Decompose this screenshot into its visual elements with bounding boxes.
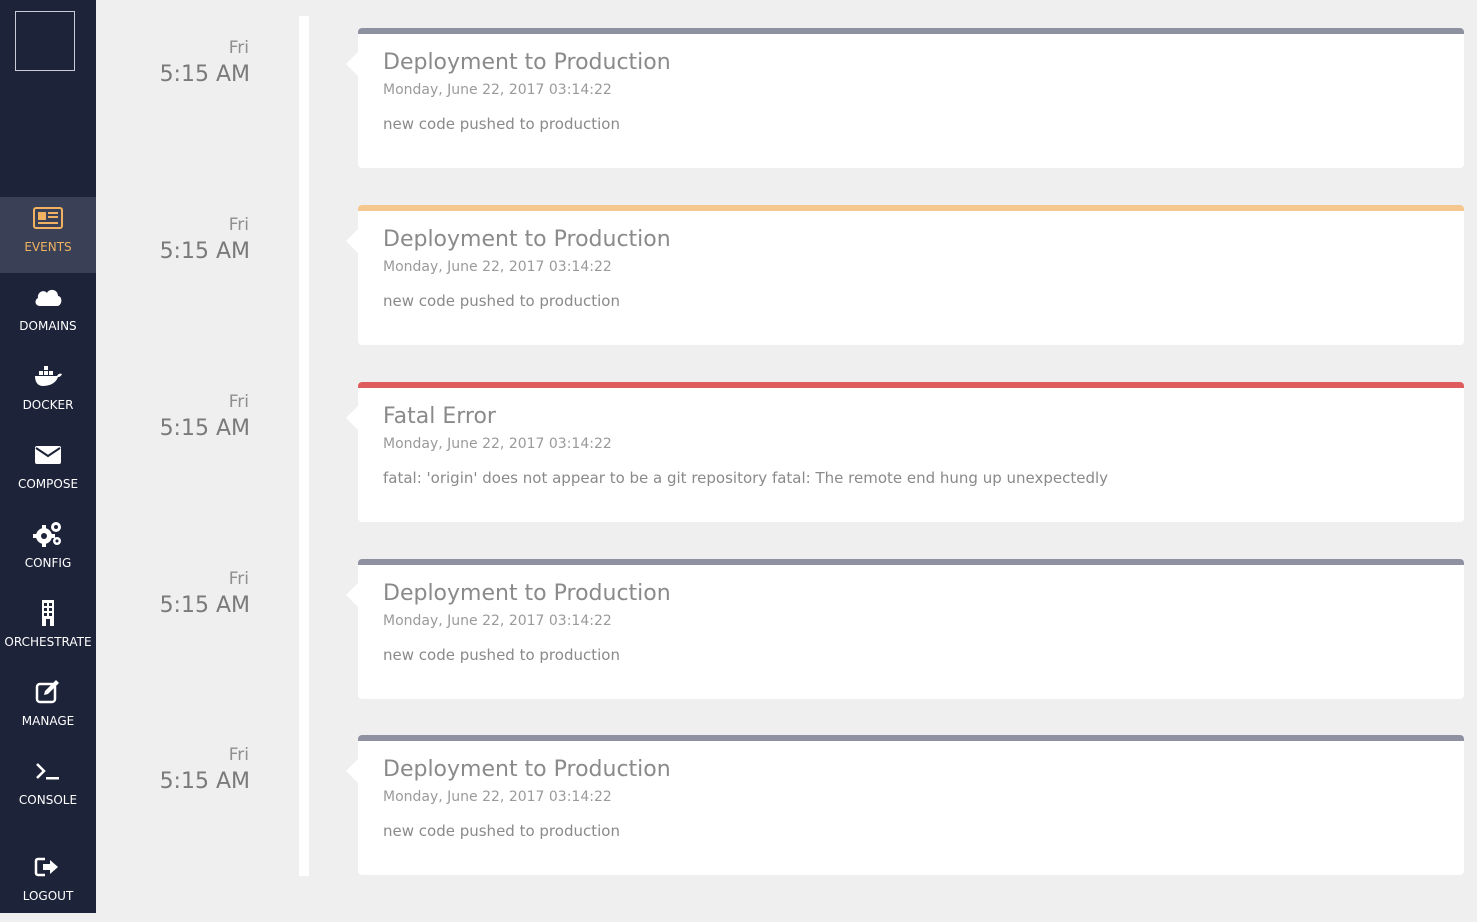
event-message: new code pushed to production <box>383 292 620 310</box>
sidebar-item-label: EVENTS <box>24 240 72 254</box>
building-icon <box>0 600 96 626</box>
docker-icon <box>0 363 96 389</box>
sign-out-icon <box>0 854 96 880</box>
card-pointer <box>346 229 358 253</box>
event-title: Fatal Error <box>383 404 496 429</box>
sidebar-item-label: ORCHESTRATE <box>4 635 92 649</box>
sidebar-item-orchestrate[interactable]: ORCHESTRATE <box>0 592 96 668</box>
event-date: Monday, June 22, 2017 03:14:22 <box>383 789 612 805</box>
sidebar-item-console[interactable]: CONSOLE <box>0 750 96 826</box>
sidebar-item-config[interactable]: CONFIG <box>0 513 96 589</box>
card-pointer <box>346 52 358 76</box>
gears-icon <box>0 521 96 547</box>
card-pointer <box>346 583 358 607</box>
sidebar: EVENTS DOMAINS DOCKER COMPOSE CONFIG ORC… <box>0 0 96 913</box>
timeline-event: Fri 5:15 AM Fatal Error Monday, June 22,… <box>96 382 1477 522</box>
status-bar <box>358 735 1464 741</box>
event-day: Fri <box>228 569 249 589</box>
event-card[interactable]: Deployment to Production Monday, June 22… <box>346 28 1464 168</box>
edit-icon <box>0 679 96 705</box>
sidebar-item-docker[interactable]: DOCKER <box>0 355 96 431</box>
event-day: Fri <box>228 392 249 412</box>
event-message: new code pushed to production <box>383 646 620 664</box>
timeline-event: Fri 5:15 AM Deployment to Production Mon… <box>96 28 1477 168</box>
event-day: Fri <box>228 38 249 58</box>
event-title: Deployment to Production <box>383 50 671 75</box>
card-pointer <box>346 406 358 430</box>
event-title: Deployment to Production <box>383 581 671 606</box>
event-date: Monday, June 22, 2017 03:14:22 <box>383 259 612 275</box>
terminal-icon <box>0 758 96 784</box>
event-card[interactable]: Deployment to Production Monday, June 22… <box>346 205 1464 345</box>
newspaper-icon <box>0 205 96 231</box>
event-message: new code pushed to production <box>383 822 620 840</box>
sidebar-item-compose[interactable]: COMPOSE <box>0 434 96 510</box>
logo[interactable] <box>15 11 75 71</box>
sidebar-item-manage[interactable]: MANAGE <box>0 671 96 747</box>
status-bar <box>358 559 1464 565</box>
sidebar-item-domains[interactable]: DOMAINS <box>0 276 96 352</box>
event-title: Deployment to Production <box>383 757 671 782</box>
event-time: 5:15 AM <box>159 769 250 794</box>
event-message: fatal: 'origin' does not appear to be a … <box>383 469 1109 487</box>
status-bar <box>358 205 1464 211</box>
event-day: Fri <box>228 215 249 235</box>
cloud-icon <box>0 284 96 310</box>
sidebar-item-events[interactable]: EVENTS <box>0 197 96 273</box>
event-time: 5:15 AM <box>159 416 250 441</box>
event-day: Fri <box>228 745 249 765</box>
envelope-icon <box>0 442 96 468</box>
event-card[interactable]: Deployment to Production Monday, June 22… <box>346 559 1464 699</box>
event-date: Monday, June 22, 2017 03:14:22 <box>383 82 612 98</box>
sidebar-item-label: MANAGE <box>21 714 75 728</box>
status-bar <box>358 382 1464 388</box>
timeline-event: Fri 5:15 AM Deployment to Production Mon… <box>96 205 1477 345</box>
timeline-event: Fri 5:15 AM Deployment to Production Mon… <box>96 559 1477 699</box>
sidebar-item-label: CONFIG <box>24 556 72 570</box>
sidebar-item-label: DOCKER <box>22 398 74 412</box>
event-card[interactable]: Deployment to Production Monday, June 22… <box>346 735 1464 875</box>
sidebar-item-label: LOGOUT <box>22 889 74 903</box>
event-date: Monday, June 22, 2017 03:14:22 <box>383 436 612 452</box>
sidebar-item-label: CONSOLE <box>18 793 78 807</box>
sidebar-item-logout[interactable]: LOGOUT <box>0 846 96 922</box>
event-card[interactable]: Fatal Error Monday, June 22, 2017 03:14:… <box>346 382 1464 522</box>
event-date: Monday, June 22, 2017 03:14:22 <box>383 613 612 629</box>
timeline-event: Fri 5:15 AM Deployment to Production Mon… <box>96 735 1477 875</box>
event-message: new code pushed to production <box>383 115 620 133</box>
sidebar-item-label: COMPOSE <box>17 477 79 491</box>
sidebar-item-label: DOMAINS <box>19 319 77 333</box>
card-pointer <box>346 759 358 783</box>
event-time: 5:15 AM <box>159 593 250 618</box>
event-title: Deployment to Production <box>383 227 671 252</box>
status-bar <box>358 28 1464 34</box>
event-time: 5:15 AM <box>159 239 250 264</box>
event-time: 5:15 AM <box>159 62 250 87</box>
